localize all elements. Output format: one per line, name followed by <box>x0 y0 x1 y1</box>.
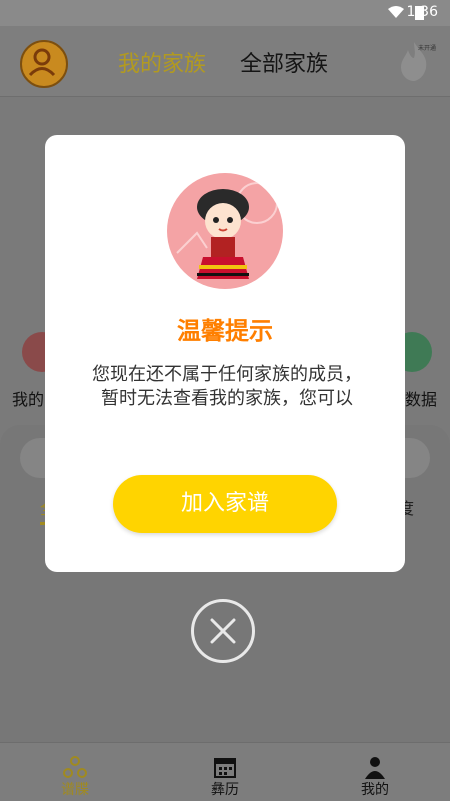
bg-feature-label-right: 数据 <box>405 390 438 409</box>
person-icon <box>365 757 385 779</box>
bottom-nav: 谱牒 彝历 我的 <box>0 742 450 801</box>
close-icon <box>210 618 236 644</box>
bg-feature-label-left: 我的 <box>12 390 45 409</box>
tab-all-families[interactable]: 全部家族 <box>240 46 328 78</box>
fire-label: 未开通 <box>418 45 437 52</box>
nav-label-genealogy: 谱牒 <box>61 782 89 798</box>
genealogy-icon <box>63 756 87 778</box>
status-bar: 1:36 <box>0 0 450 26</box>
nav-label-calendar: 彝历 <box>211 782 239 798</box>
wifi-icon <box>388 6 404 18</box>
nav-item-genealogy[interactable]: 谱牒 <box>35 743 115 801</box>
nav-item-mine[interactable]: 我的 <box>335 743 415 801</box>
status-time: 1:36 <box>406 4 438 20</box>
calendar-icon <box>214 758 236 778</box>
avatar-person-icon <box>28 48 56 77</box>
dialog-message: 您现在还不属于任何家族的成员，暂时无法查看我的家族，您可以 <box>92 364 362 409</box>
character-illustration <box>167 173 283 289</box>
close-dialog-button[interactable] <box>191 599 255 663</box>
user-avatar[interactable] <box>20 40 68 88</box>
nav-label-mine: 我的 <box>361 782 389 798</box>
tab-my-family[interactable]: 我的家族 <box>118 46 206 78</box>
notice-dialog: 温馨提示 您现在还不属于任何家族的成员，暂时无法查看我的家族，您可以 加入家谱 <box>45 135 405 572</box>
join-genealogy-button[interactable]: 加入家谱 <box>113 475 337 533</box>
nav-item-calendar[interactable]: 彝历 <box>185 743 265 801</box>
dialog-title: 温馨提示 <box>177 317 273 345</box>
